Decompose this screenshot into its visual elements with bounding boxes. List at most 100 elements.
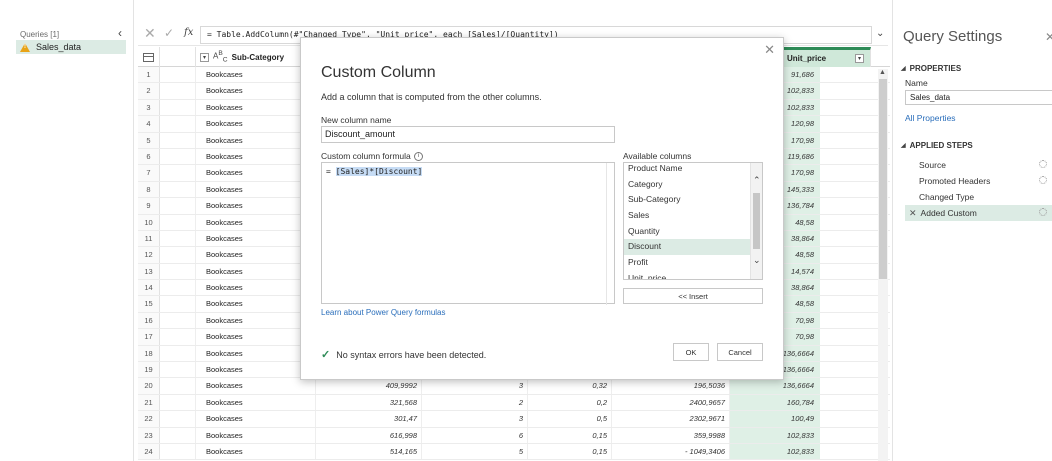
cell-sales[interactable]: 514,165: [316, 443, 422, 460]
available-column-item[interactable]: Sales: [624, 208, 752, 224]
gear-icon[interactable]: [1039, 208, 1047, 216]
cell-profit[interactable]: 196,5036: [612, 378, 730, 394]
query-item-sales-data[interactable]: Sales_data: [16, 40, 126, 54]
table-row[interactable]: 21 Bookcases 321,568 2 0,2 2400,9657 160,784: [138, 394, 890, 412]
row-cell-blank[interactable]: [160, 247, 196, 263]
scroll-up-icon[interactable]: ▲: [879, 69, 886, 76]
cell-sub-category[interactable]: Bookcases: [196, 345, 316, 362]
cell-unit-price[interactable]: 160,784: [730, 394, 820, 411]
row-number[interactable]: 23: [138, 427, 160, 443]
cell-sub-category[interactable]: Bookcases: [196, 263, 316, 280]
text-type-icon[interactable]: ABC: [213, 50, 228, 63]
cell-sub-category[interactable]: Bookcases: [196, 99, 316, 116]
cell-discount[interactable]: 0,32: [528, 378, 612, 394]
cell-unit-price[interactable]: 100,49: [730, 411, 820, 427]
cell-sales[interactable]: 616,998: [316, 427, 422, 443]
cell-sub-category[interactable]: Bookcases: [196, 411, 316, 427]
applied-step[interactable]: ✕ Added Custom: [905, 205, 1052, 221]
cell-sub-category[interactable]: Bookcases: [196, 230, 316, 247]
row-cell-blank[interactable]: [160, 214, 196, 230]
available-column-item[interactable]: Unit_price: [624, 271, 752, 279]
new-column-name-input[interactable]: Discount_amount: [321, 126, 615, 143]
row-number[interactable]: 18: [138, 345, 160, 362]
filter-dropdown-icon[interactable]: ▾: [200, 52, 209, 62]
cell-sales[interactable]: 301,47: [316, 411, 422, 427]
row-cell-blank[interactable]: [160, 362, 196, 378]
row-cell-blank[interactable]: [160, 148, 196, 165]
column-header-sub-category[interactable]: ▾ ABC Sub-Category: [196, 47, 316, 67]
applied-step[interactable]: Changed Type: [905, 189, 1052, 205]
cell-sub-category[interactable]: Bookcases: [196, 427, 316, 443]
cell-profit[interactable]: 359,9988: [612, 427, 730, 443]
row-number[interactable]: 12: [138, 247, 160, 263]
learn-formulas-link[interactable]: Learn about Power Query formulas: [321, 308, 446, 317]
column-header-unit-price[interactable]: Unit_price ▾: [781, 47, 871, 67]
row-cell-blank[interactable]: [160, 280, 196, 296]
available-column-item[interactable]: Category: [624, 177, 752, 193]
cell-sub-category[interactable]: Bookcases: [196, 247, 316, 263]
row-cell-blank[interactable]: [160, 181, 196, 198]
row-number[interactable]: 6: [138, 148, 160, 165]
cell-sub-category[interactable]: Bookcases: [196, 296, 316, 312]
row-cell-blank[interactable]: [160, 296, 196, 312]
row-number[interactable]: 19: [138, 362, 160, 378]
cell-discount[interactable]: 0,2: [528, 394, 612, 411]
available-column-item[interactable]: Product Name: [624, 163, 752, 177]
row-cell-blank[interactable]: [160, 329, 196, 345]
cell-sub-category[interactable]: Bookcases: [196, 394, 316, 411]
row-cell-blank[interactable]: [160, 312, 196, 329]
row-number[interactable]: 16: [138, 312, 160, 329]
cell-quantity[interactable]: 3: [422, 411, 528, 427]
cell-unit-price[interactable]: 136,6664: [730, 378, 820, 394]
available-columns-scrollbar[interactable]: ⌃ ⌄: [750, 163, 762, 279]
cell-sub-category[interactable]: Bookcases: [196, 198, 316, 214]
cell-sub-category[interactable]: Bookcases: [196, 378, 316, 394]
scroll-thumb[interactable]: [879, 79, 887, 279]
cancel-button[interactable]: Cancel: [717, 343, 763, 361]
cell-sub-category[interactable]: Bookcases: [196, 329, 316, 345]
row-number[interactable]: 2: [138, 83, 160, 99]
available-column-item[interactable]: Sub-Category: [624, 192, 752, 208]
ok-button[interactable]: OK: [673, 343, 709, 361]
cell-profit[interactable]: 2400,9657: [612, 394, 730, 411]
chevron-down-icon[interactable]: ⌄: [753, 255, 761, 266]
applied-step[interactable]: Source: [905, 157, 1052, 173]
cell-sub-category[interactable]: Bookcases: [196, 181, 316, 198]
available-column-item[interactable]: Profit: [624, 255, 752, 271]
gear-icon[interactable]: [1039, 160, 1047, 168]
filter-dropdown-icon[interactable]: ▾: [855, 54, 864, 63]
cell-quantity[interactable]: 5: [422, 443, 528, 460]
row-number[interactable]: 1: [138, 67, 160, 83]
cell-unit-price[interactable]: 102,833: [730, 427, 820, 443]
gear-icon[interactable]: [1039, 176, 1047, 184]
cell-sub-category[interactable]: Bookcases: [196, 132, 316, 148]
row-cell-blank[interactable]: [160, 83, 196, 99]
close-icon[interactable]: ✕: [764, 42, 775, 58]
cell-quantity[interactable]: 3: [422, 378, 528, 394]
info-icon[interactable]: i: [413, 151, 423, 161]
row-cell-blank[interactable]: [160, 378, 196, 394]
row-cell-blank[interactable]: [160, 198, 196, 214]
cell-sales[interactable]: 321,568: [316, 394, 422, 411]
cell-sub-category[interactable]: Bookcases: [196, 83, 316, 99]
row-number[interactable]: 10: [138, 214, 160, 230]
row-number[interactable]: 4: [138, 116, 160, 132]
row-number[interactable]: 14: [138, 280, 160, 296]
available-columns-list[interactable]: Product Name Category Sub-Category Sales Qua…: [623, 162, 763, 280]
query-name-input[interactable]: Sales_data: [905, 90, 1052, 105]
available-column-item[interactable]: Quantity: [624, 224, 752, 240]
row-number[interactable]: 9: [138, 198, 160, 214]
cell-unit-price[interactable]: 102,833: [730, 443, 820, 460]
row-cell-blank[interactable]: [160, 116, 196, 132]
vertical-scrollbar[interactable]: ▲: [878, 69, 888, 461]
cell-discount[interactable]: 0,15: [528, 443, 612, 460]
properties-section-header[interactable]: ◢ PROPERTIES: [901, 64, 961, 73]
row-cell-blank[interactable]: [160, 263, 196, 280]
cell-sub-category[interactable]: Bookcases: [196, 362, 316, 378]
applied-steps-section-header[interactable]: ◢ APPLIED STEPS: [901, 141, 973, 150]
cell-sub-category[interactable]: Bookcases: [196, 148, 316, 165]
cell-discount[interactable]: 0,15: [528, 427, 612, 443]
expand-formula-chevron-icon[interactable]: ⌄: [876, 28, 884, 39]
table-row[interactable]: 23 Bookcases 616,998 6 0,15 359,9988 102,833: [138, 427, 890, 444]
row-number[interactable]: 20: [138, 378, 160, 394]
